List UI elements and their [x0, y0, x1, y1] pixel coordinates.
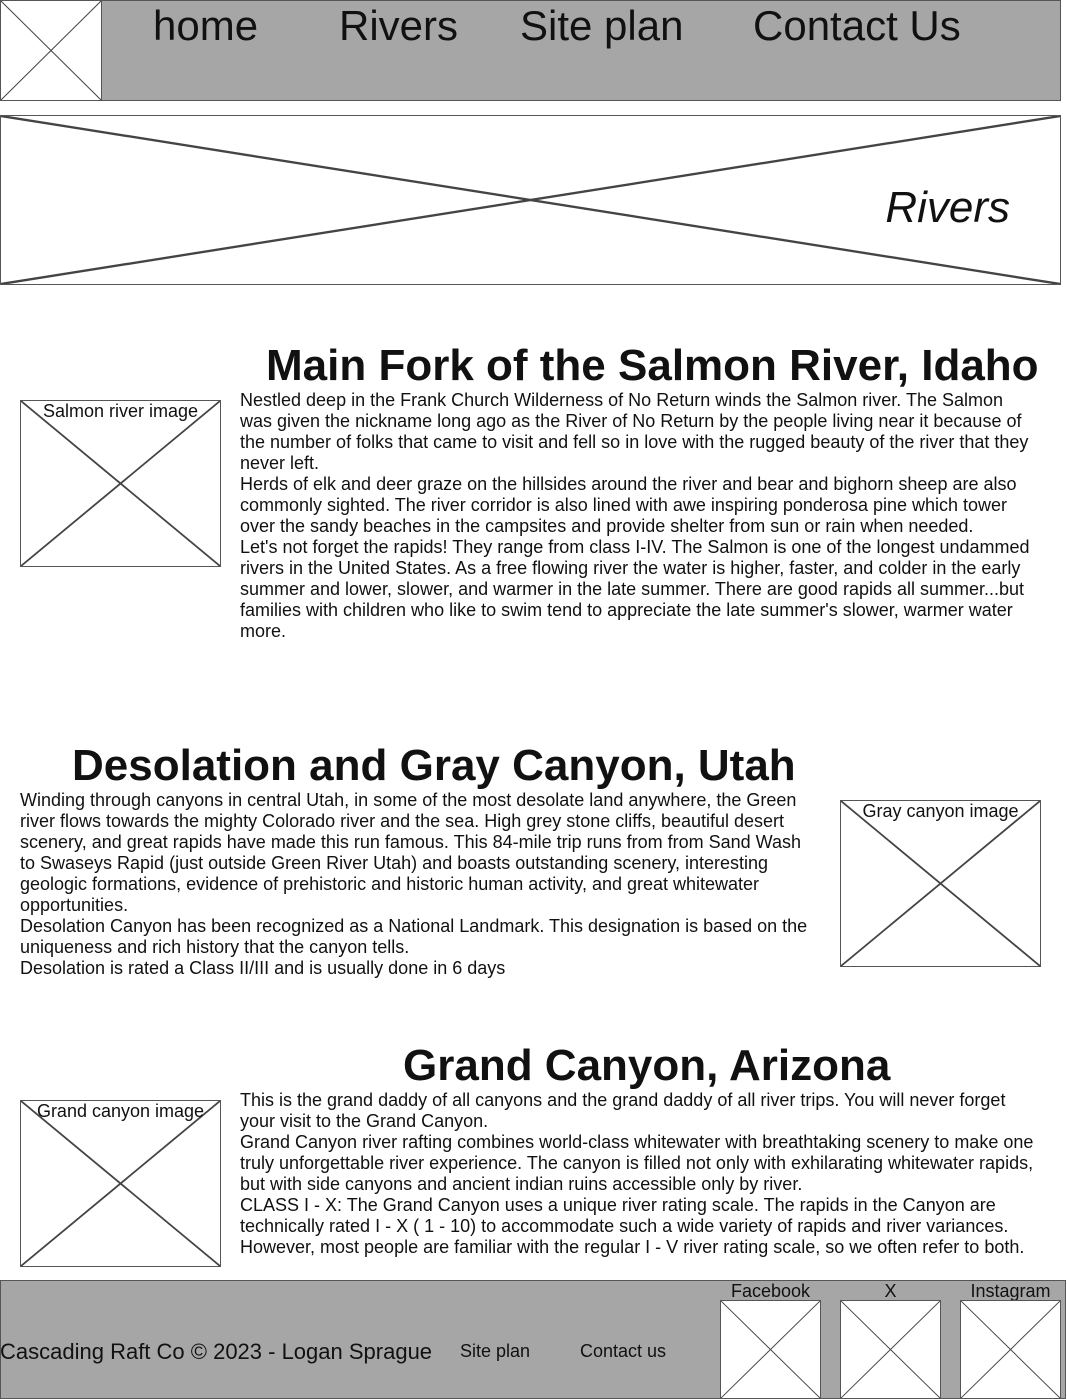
paragraph: Grand Canyon river rafting combines worl… — [240, 1132, 1034, 1194]
paragraph: Desolation Canyon has been recognized as… — [20, 916, 808, 957]
social-label-x: X — [884, 1281, 897, 1301]
footer-link-site-plan[interactable]: Site plan — [460, 1341, 530, 1362]
image-caption: Gray canyon image — [862, 801, 1019, 821]
social-label-instagram: Instagram — [970, 1281, 1051, 1301]
paragraph: Desolation is rated a Class II/III and i… — [20, 958, 506, 978]
paragraph: Nestled deep in the Frank Church Wildern… — [240, 390, 1029, 473]
salmon-river-image-placeholder: Salmon river image — [20, 400, 221, 567]
x-icon[interactable] — [840, 1300, 941, 1399]
paragraph: CLASS I - X: The Grand Canyon uses a uni… — [240, 1195, 1025, 1257]
hero-title: Rivers — [885, 183, 1010, 232]
hero-banner-placeholder: Rivers — [0, 115, 1061, 285]
image-caption: Grand canyon image — [36, 1101, 205, 1121]
nav-link-site-plan[interactable]: Site plan — [520, 2, 683, 50]
section-body-grand-canyon: This is the grand daddy of all canyons a… — [240, 1090, 1040, 1258]
instagram-icon[interactable] — [960, 1300, 1061, 1399]
footer-copyright: Cascading Raft Co © 2023 - Logan Sprague — [0, 1339, 433, 1364]
facebook-icon[interactable] — [720, 1300, 821, 1399]
nav-link-home[interactable]: home — [153, 2, 258, 50]
image-caption: Salmon river image — [42, 401, 199, 421]
section-heading-salmon: Main Fork of the Salmon River, Idaho — [266, 341, 1039, 390]
social-label-facebook: Facebook — [730, 1281, 811, 1301]
footer-link-contact-us[interactable]: Contact us — [580, 1341, 666, 1362]
logo-image-placeholder[interactable] — [0, 0, 102, 101]
section-body-salmon: Nestled deep in the Frank Church Wildern… — [240, 390, 1040, 642]
grand-canyon-image-placeholder: Grand canyon image — [20, 1100, 221, 1267]
paragraph: Herds of elk and deer graze on the hills… — [240, 474, 1017, 536]
nav-link-rivers[interactable]: Rivers — [339, 2, 458, 50]
paragraph: Let's not forget the rapids! They range … — [240, 537, 1030, 641]
section-heading-grand-canyon: Grand Canyon, Arizona — [403, 1041, 891, 1090]
section-body-desolation: Winding through canyons in central Utah,… — [20, 790, 820, 979]
gray-canyon-image-placeholder: Gray canyon image — [840, 800, 1041, 967]
paragraph: This is the grand daddy of all canyons a… — [240, 1090, 1006, 1131]
paragraph: Winding through canyons in central Utah,… — [20, 790, 802, 915]
section-heading-desolation: Desolation and Gray Canyon, Utah — [72, 741, 796, 790]
nav-link-contact-us[interactable]: Contact Us — [753, 2, 961, 50]
